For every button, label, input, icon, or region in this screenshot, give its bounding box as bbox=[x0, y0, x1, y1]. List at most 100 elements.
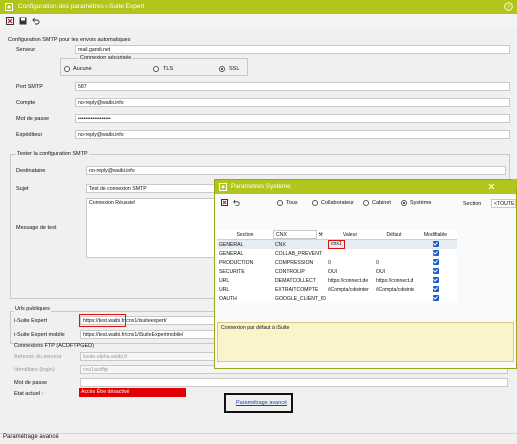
port-field[interactable]: 587 bbox=[75, 82, 510, 91]
filter-system-label: Système bbox=[410, 200, 432, 206]
cell-value[interactable]: OUI bbox=[326, 267, 374, 276]
table-row[interactable]: GENERAL CNX cnx1 bbox=[217, 239, 457, 250]
modifiable-checkbox[interactable] bbox=[432, 294, 439, 301]
cell-default: https://connect.d bbox=[376, 277, 414, 284]
filter-radio-cabinet[interactable] bbox=[363, 200, 369, 206]
cell-default bbox=[374, 249, 414, 258]
cell-value[interactable] bbox=[326, 294, 374, 303]
table-row[interactable]: SECURITE CONTROLIP OUI OUI bbox=[217, 267, 457, 276]
cell-modifiable[interactable] bbox=[414, 240, 457, 250]
cell-modifiable[interactable] bbox=[414, 249, 457, 258]
col-header-modifiable[interactable]: Modifiable bbox=[414, 230, 457, 240]
dialog-close-icon[interactable] bbox=[487, 182, 496, 191]
radio-none[interactable] bbox=[64, 66, 70, 72]
cell-name: CONTROLIP bbox=[275, 268, 305, 275]
cell-value[interactable]: /iCompta/cdwinter bbox=[326, 285, 374, 294]
modifiable-checkbox[interactable] bbox=[432, 267, 439, 274]
cell-value[interactable] bbox=[326, 249, 374, 258]
dialog-undo-icon[interactable] bbox=[233, 199, 240, 206]
search-field[interactable]: CNX bbox=[273, 230, 317, 239]
cell-value[interactable]: cnx1 bbox=[326, 240, 374, 249]
status-text: Paramétrage avancé bbox=[3, 434, 59, 440]
undo-icon[interactable] bbox=[32, 17, 40, 25]
modifiable-checkbox[interactable] bbox=[432, 240, 439, 247]
account-field[interactable]: no-reply@waibi.info bbox=[75, 98, 510, 107]
cell-modifiable[interactable] bbox=[414, 267, 457, 276]
filter-radio-system[interactable] bbox=[401, 200, 407, 206]
section-select[interactable]: <TOUTES> bbox=[491, 199, 516, 208]
cell-section: SECURITE bbox=[219, 268, 245, 275]
message-label: Message de test bbox=[16, 225, 57, 231]
modifiable-checkbox[interactable] bbox=[432, 258, 439, 265]
cell-value[interactable]: 0 bbox=[326, 258, 374, 267]
window-title: Configuration des paramètres i-Suite Exp… bbox=[18, 3, 145, 10]
cell-name: GOOGLE_CLIENT_ID bbox=[275, 295, 326, 302]
cell-section: GENERAL bbox=[219, 241, 244, 248]
expert-url-highlight bbox=[79, 314, 126, 327]
parameters-grid: Section CNX ⚒ Valeur Défaut Modifiable G… bbox=[217, 230, 457, 303]
section-filter-label: Section bbox=[463, 201, 482, 207]
server-field[interactable]: mail.gandi.net bbox=[75, 45, 510, 54]
cell-modifiable[interactable] bbox=[414, 276, 457, 285]
radio-ssl[interactable] bbox=[219, 66, 225, 72]
cell-name: COLLAB_PREVENT bbox=[275, 250, 322, 257]
col-header-name[interactable]: CNX ⚒ bbox=[273, 230, 326, 240]
col-header-section[interactable]: Section bbox=[217, 230, 273, 240]
subject-label: Sujet bbox=[16, 186, 29, 192]
cell-default: 0 bbox=[376, 259, 379, 266]
modifiable-checkbox[interactable] bbox=[432, 285, 439, 292]
filter-cabinet-label: Cabinet bbox=[372, 200, 391, 206]
ftp-section-title: Connexions FTP (ACDFTPGED) bbox=[14, 343, 94, 349]
sender-field[interactable]: no-reply@waibi.info bbox=[75, 130, 510, 139]
test-section-title: Tester la configuration SMTP bbox=[16, 151, 89, 157]
table-row[interactable]: PRODUCTION COMPRESSION 0 0 bbox=[217, 258, 457, 267]
dialog-app-icon bbox=[219, 183, 227, 191]
radio-tls-label: TLS bbox=[163, 66, 174, 72]
ftp-server-label: Adresse du serveur bbox=[14, 354, 62, 360]
filter-radio-all[interactable] bbox=[277, 200, 283, 206]
ftp-password-field[interactable] bbox=[80, 378, 508, 387]
save-icon[interactable] bbox=[19, 17, 27, 25]
recipient-label: Destinataire bbox=[16, 168, 46, 174]
sender-label: Expéditeur bbox=[16, 132, 43, 138]
radio-tls[interactable] bbox=[153, 66, 159, 72]
toolbar bbox=[0, 14, 517, 28]
close-doc-icon[interactable] bbox=[6, 17, 14, 25]
expert-url-label: i-Suite Expert bbox=[14, 318, 48, 324]
modifiable-checkbox[interactable] bbox=[432, 249, 439, 256]
cell-section: GENERAL bbox=[219, 250, 244, 257]
filter-radio-collaborator[interactable] bbox=[312, 200, 318, 206]
urls-section-title: Urls publiques bbox=[14, 306, 51, 312]
recipient-field[interactable]: no-reply@waibi.info bbox=[86, 166, 506, 175]
cell-modifiable[interactable] bbox=[414, 294, 457, 303]
cell-value-highlight: cnx1 bbox=[328, 240, 345, 249]
cell-name: COMPRESSION bbox=[275, 259, 314, 266]
advanced-settings-link[interactable]: Paramétrage avancé bbox=[236, 400, 287, 406]
cell-section: URL bbox=[219, 277, 230, 284]
col-header-default[interactable]: Défaut bbox=[374, 230, 414, 240]
password-field[interactable]: •••••••••••••••••• bbox=[75, 114, 510, 123]
ftp-login-label: Identifiant (login) bbox=[14, 367, 55, 373]
dialog-close-doc-icon[interactable] bbox=[221, 199, 228, 206]
col-header-value[interactable]: Valeur bbox=[326, 230, 374, 240]
title-bar: Configuration des paramètres i-Suite Exp… bbox=[0, 0, 517, 14]
cell-section: URL bbox=[219, 286, 230, 293]
cell-modifiable[interactable] bbox=[414, 285, 457, 294]
cell-value[interactable]: https://connect.de bbox=[326, 276, 374, 285]
table-row[interactable]: URL DEMATCOLLECT https://connect.de http… bbox=[217, 276, 457, 285]
modifiable-checkbox[interactable] bbox=[432, 276, 439, 283]
cell-default: OUI bbox=[376, 268, 386, 275]
side-scroll-edge bbox=[512, 179, 517, 189]
cell-modifiable[interactable] bbox=[414, 258, 457, 267]
cell-name: EXTRAITCOMPTE bbox=[275, 286, 319, 293]
table-row[interactable]: OAUTH GOOGLE_CLIENT_ID bbox=[217, 294, 457, 303]
help-icon[interactable]: ? bbox=[504, 2, 513, 11]
dialog-title-bar: Paramètres Système bbox=[215, 180, 516, 194]
table-row[interactable]: GENERAL COLLAB_PREVENT bbox=[217, 249, 457, 258]
table-row[interactable]: URL EXTRAITCOMPTE /iCompta/cdwinter /iCo… bbox=[217, 285, 457, 294]
cell-default bbox=[374, 240, 414, 250]
server-label: Serveur bbox=[16, 47, 36, 53]
cell-name: DEMATCOLLECT bbox=[275, 277, 316, 284]
search-pin-icon[interactable]: ⚒ bbox=[318, 232, 322, 238]
radio-ssl-label: SSL bbox=[229, 66, 240, 72]
